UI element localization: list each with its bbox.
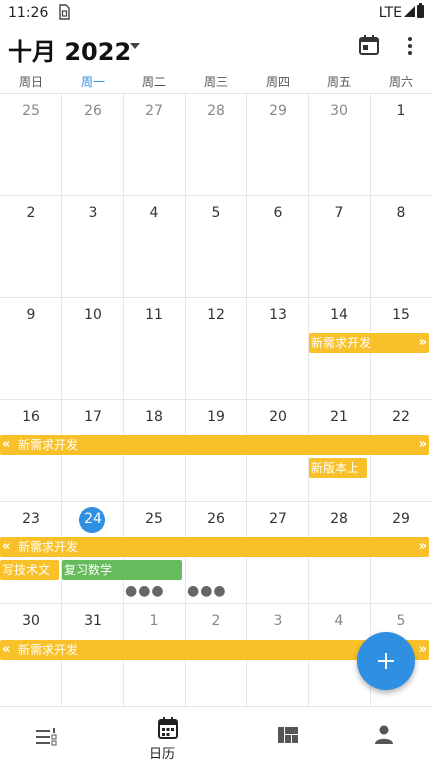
- day-cell-number[interactable]: 20: [247, 406, 309, 428]
- event-label: 写技术文: [2, 563, 51, 577]
- day-cell-number[interactable]: 9: [0, 304, 62, 326]
- day-cell-number[interactable]: 14: [308, 304, 370, 326]
- status-bar: 11:26 LTE: [0, 0, 432, 28]
- weekday-label: 周五: [326, 75, 351, 89]
- day-cell-number[interactable]: 15: [370, 304, 432, 326]
- event-bar[interactable]: « 新需求开发 »: [0, 435, 429, 455]
- chevron-right-double-icon: »: [418, 437, 427, 452]
- day-cell-number[interactable]: 2: [0, 202, 62, 224]
- day-cell-number[interactable]: 3: [62, 202, 124, 224]
- day-cell-number[interactable]: 25: [0, 100, 62, 122]
- status-time: 11:26: [8, 5, 49, 21]
- day-cell-number[interactable]: 30: [0, 610, 62, 632]
- network-type: LTE: [378, 5, 402, 21]
- day-cell-number[interactable]: 26: [62, 100, 124, 122]
- day-cell-number[interactable]: 12: [185, 304, 247, 326]
- day-cell-number[interactable]: 7: [308, 202, 370, 224]
- day-cell-number[interactable]: 6: [247, 202, 309, 224]
- signal-icon: [404, 6, 415, 17]
- day-cell-number[interactable]: 2: [185, 610, 247, 632]
- chevron-right-double-icon: »: [418, 335, 427, 350]
- day-cell-number[interactable]: 28: [308, 508, 370, 530]
- nav-item-list[interactable]: [0, 707, 108, 769]
- day-cell-number[interactable]: 29: [247, 100, 309, 122]
- person-icon: [375, 725, 393, 744]
- weekday-label: 周日: [18, 75, 43, 89]
- weekday-label: 周四: [265, 75, 290, 89]
- day-cell-number[interactable]: 11: [123, 304, 185, 326]
- chevron-left-double-icon: «: [2, 437, 11, 452]
- weekday-header: 周日 周一 周二 周三 周四 周五 周六: [0, 70, 432, 94]
- nav-item-board[interactable]: [216, 707, 324, 769]
- event-bar[interactable]: 新版本上: [309, 458, 367, 478]
- day-cell-number[interactable]: 26: [185, 508, 247, 530]
- day-cell-number[interactable]: 3: [247, 610, 309, 632]
- chevron-right-double-icon: »: [418, 642, 427, 657]
- event-label: 新需求开发: [18, 643, 79, 657]
- add-event-button[interactable]: [357, 632, 415, 690]
- more-vert-icon[interactable]: [402, 34, 418, 58]
- day-cell-number[interactable]: 16: [0, 406, 62, 428]
- day-cell-number[interactable]: 22: [370, 406, 432, 428]
- event-bar[interactable]: « 新需求开发 »: [0, 537, 429, 557]
- day-cell-number[interactable]: 18: [123, 406, 185, 428]
- nav-item-label: 日历: [148, 747, 175, 762]
- month-grid[interactable]: 25 26 27 28 29 30 1 2 3 4 5 6 7 8 9 10 1…: [0, 94, 432, 706]
- nav-item-calendar[interactable]: 日历: [108, 707, 216, 769]
- weekday-label-today: 周一: [80, 75, 105, 89]
- day-cell-number[interactable]: 27: [247, 508, 309, 530]
- weekday-label: 周三: [203, 75, 228, 89]
- event-bar[interactable]: 写技术文: [0, 560, 59, 580]
- chevron-left-double-icon: «: [2, 539, 11, 554]
- day-cell-number[interactable]: 21: [308, 406, 370, 428]
- event-label: 新版本上: [311, 461, 360, 475]
- event-label: 新需求开发: [18, 438, 79, 452]
- list-numbered-icon: [36, 728, 57, 746]
- bottom-navigation: 日历: [0, 706, 432, 768]
- battery-icon: [417, 3, 424, 18]
- day-cell-number[interactable]: 28: [185, 100, 247, 122]
- day-cell-number[interactable]: 5: [370, 610, 432, 632]
- calendar-icon: [158, 717, 178, 739]
- day-cell-number[interactable]: 8: [370, 202, 432, 224]
- day-cell-number[interactable]: 23: [0, 508, 62, 530]
- day-cell-number[interactable]: 27: [123, 100, 185, 122]
- day-cell-number[interactable]: 17: [62, 406, 124, 428]
- calendar-today-icon[interactable]: [358, 34, 380, 56]
- nav-item-profile[interactable]: [324, 707, 432, 769]
- event-bar[interactable]: 新需求开发 »: [309, 333, 429, 353]
- app-header: 十月 2022: [0, 28, 432, 70]
- event-label: 复习数学: [64, 563, 113, 577]
- event-label: 新需求开发: [18, 540, 79, 554]
- weekday-label: 周二: [141, 75, 166, 89]
- day-cell-number-selected[interactable]: 24: [62, 508, 124, 530]
- weekday-label: 周六: [388, 75, 413, 89]
- day-cell-number[interactable]: 25: [123, 508, 185, 530]
- day-cell-number[interactable]: 4: [123, 202, 185, 224]
- more-events-icon[interactable]: ●●●: [187, 583, 227, 599]
- day-cell-number[interactable]: 10: [62, 304, 124, 326]
- event-bar[interactable]: 复习数学: [62, 560, 182, 580]
- chevron-right-double-icon: »: [418, 539, 427, 554]
- chevron-down-icon[interactable]: [130, 43, 140, 49]
- day-cell-number[interactable]: 4: [308, 610, 370, 632]
- day-cell-number[interactable]: 30: [308, 100, 370, 122]
- day-cell-number[interactable]: 19: [185, 406, 247, 428]
- event-label: 新需求开发: [311, 336, 372, 350]
- month-title[interactable]: 十月 2022: [8, 32, 131, 67]
- chevron-left-double-icon: «: [2, 642, 11, 657]
- day-cell-number[interactable]: 5: [185, 202, 247, 224]
- dashboard-icon: [278, 727, 298, 743]
- day-cell-number[interactable]: 31: [62, 610, 124, 632]
- day-cell-number[interactable]: 1: [370, 100, 432, 122]
- day-cell-number[interactable]: 29: [370, 508, 432, 530]
- more-events-icon[interactable]: ●●●: [125, 583, 165, 599]
- day-cell-number[interactable]: 13: [247, 304, 309, 326]
- day-cell-number[interactable]: 1: [123, 610, 185, 632]
- sim-icon: [58, 4, 70, 24]
